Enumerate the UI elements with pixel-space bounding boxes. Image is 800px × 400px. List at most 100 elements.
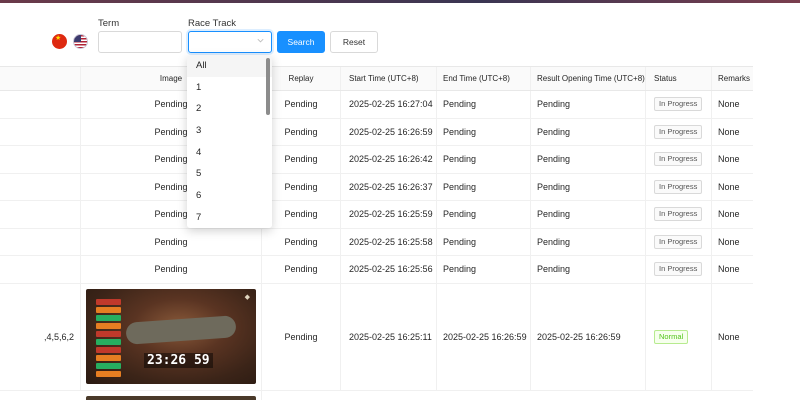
status-cell: In Progress — [646, 201, 712, 228]
status-badge: In Progress — [654, 97, 703, 112]
race-track-label: Race Track — [188, 18, 237, 29]
end-time-cell: Pending — [437, 91, 531, 118]
replay-cell: Pending — [262, 91, 341, 118]
column-header-result-opening-time: Result Opening Time (UTC+8) — [531, 67, 646, 90]
replay-cell: Pending — [262, 201, 341, 228]
status-cell: In Progress — [646, 228, 712, 255]
end-time-cell: Pending — [437, 256, 531, 283]
table-row[interactable]: Pending Pending 2025-02-25 16:26:42 Pend… — [0, 146, 753, 174]
status-badge: In Progress — [654, 152, 703, 167]
status-badge: In Progress — [654, 262, 703, 277]
remarks-cell: None — [718, 236, 740, 247]
start-time-cell: 2025-02-25 16:26:59 — [341, 118, 437, 145]
remarks-cell: None — [718, 264, 740, 275]
start-time-cell: 2025-02-25 16:25:11 — [341, 283, 437, 390]
search-button[interactable]: Search — [277, 31, 325, 53]
race-track-select[interactable] — [188, 31, 272, 53]
dropdown-option[interactable]: 6 — [187, 185, 272, 207]
end-time-cell: Pending — [437, 201, 531, 228]
end-time-cell: 2025-02-25 16:26:59 — [437, 283, 531, 390]
status-cell: In Progress — [646, 118, 712, 145]
dropdown-scrollbar[interactable] — [266, 58, 270, 115]
race-thumbnail[interactable] — [86, 395, 256, 400]
column-header-remarks: Remarks — [718, 74, 751, 83]
status-cell: In Progress — [646, 173, 712, 200]
result-cell — [0, 118, 81, 145]
remarks-cell: None — [718, 99, 740, 110]
opening-time-cell: Pending — [531, 146, 646, 173]
status-cell: In Progress — [646, 146, 712, 173]
start-time-cell: 2025-02-25 16:27:04 — [341, 91, 437, 118]
race-thumbnail[interactable]: ◆ 23:26 59 — [86, 289, 256, 384]
start-time-cell: 2025-02-25 16:26:42 — [341, 146, 437, 173]
table-row[interactable] — [0, 390, 753, 400]
column-header-replay: Replay — [262, 67, 341, 90]
replay-cell: Pending — [262, 146, 341, 173]
us-flag-icon[interactable] — [73, 34, 88, 49]
dropdown-option[interactable]: 2 — [187, 98, 272, 120]
status-badge: In Progress — [654, 124, 703, 139]
table-row[interactable]: Pending Pending 2025-02-25 16:26:37 Pend… — [0, 173, 753, 201]
start-time-cell: 2025-02-25 16:26:37 — [341, 173, 437, 200]
opening-time-cell: Pending — [531, 91, 646, 118]
result-cell — [0, 201, 81, 228]
table-header: Image Replay Start Time (UTC+8) End Time… — [0, 66, 753, 91]
opening-time-cell: Pending — [531, 201, 646, 228]
table-row[interactable]: Pending Pending 2025-02-25 16:26:59 Pend… — [0, 118, 753, 146]
remarks-cell: None — [718, 181, 740, 192]
status-cell: In Progress — [646, 91, 712, 118]
column-header-result — [0, 67, 81, 90]
status-cell: Normal — [646, 283, 712, 390]
dropdown-option[interactable]: 4 — [187, 142, 272, 164]
end-time-cell: Pending — [437, 228, 531, 255]
term-input[interactable] — [98, 31, 182, 53]
status-badge: In Progress — [654, 179, 703, 194]
replay-cell: Pending — [262, 283, 341, 390]
dropdown-option[interactable]: 5 — [187, 163, 272, 185]
reset-button[interactable]: Reset — [330, 31, 378, 53]
table-row[interactable]: Pending Pending 2025-02-25 16:27:04 Pend… — [0, 91, 753, 119]
replay-cell: Pending — [262, 256, 341, 283]
chevron-down-icon — [257, 38, 264, 43]
remarks-cell: None — [718, 126, 740, 137]
term-label: Term — [98, 18, 120, 29]
status-badge: In Progress — [654, 234, 703, 249]
end-time-cell: Pending — [437, 173, 531, 200]
dropdown-option[interactable]: 1 — [187, 77, 272, 99]
chinese-flag-icon[interactable]: ★ — [52, 34, 67, 49]
table-row[interactable]: Pending Pending 2025-02-25 16:25:59 Pend… — [0, 201, 753, 229]
image-cell — [81, 390, 262, 400]
start-time-cell: 2025-02-25 16:25:56 — [341, 256, 437, 283]
status-badge: Normal — [654, 329, 689, 344]
result-cell — [0, 228, 81, 255]
remarks-cell: None — [718, 154, 740, 165]
end-time-cell: Pending — [437, 118, 531, 145]
result-cell — [0, 146, 81, 173]
remarks-cell: None — [718, 331, 740, 342]
start-time-cell: 2025-02-25 16:25:59 — [341, 201, 437, 228]
opening-time-cell: Pending — [531, 173, 646, 200]
top-accent-bar — [0, 0, 800, 3]
dropdown-option[interactable]: 7 — [187, 207, 272, 228]
column-header-end-time: End Time (UTC+8) — [437, 67, 531, 90]
image-cell: ◆ 23:26 59 — [81, 283, 262, 390]
table-row[interactable]: Pending Pending 2025-02-25 16:25:56 Pend… — [0, 256, 753, 284]
image-cell: Pending — [81, 228, 262, 255]
start-time-cell: 2025-02-25 16:25:58 — [341, 228, 437, 255]
result-cell — [0, 173, 81, 200]
replay-cell: Pending — [262, 118, 341, 145]
result-cell — [0, 91, 81, 118]
opening-time-cell: Pending — [531, 228, 646, 255]
race-track-dropdown: All 1 2 3 4 5 6 7 — [187, 55, 272, 228]
race-track-graphic — [125, 315, 237, 345]
end-time-cell: Pending — [437, 146, 531, 173]
replay-cell: Pending — [262, 228, 341, 255]
column-header-start-time: Start Time (UTC+8) — [341, 67, 437, 90]
opening-time-cell: 2025-02-25 16:26:59 — [531, 283, 646, 390]
opening-time-cell: Pending — [531, 256, 646, 283]
table-row[interactable]: ,4,5,6,2 ◆ 23:26 59 Pending 2025-02-25 1… — [0, 283, 753, 391]
dropdown-option[interactable]: 3 — [187, 120, 272, 142]
dropdown-option-all[interactable]: All — [187, 55, 272, 77]
table-row[interactable]: Pending Pending 2025-02-25 16:25:58 Pend… — [0, 228, 753, 256]
opening-time-cell: Pending — [531, 118, 646, 145]
